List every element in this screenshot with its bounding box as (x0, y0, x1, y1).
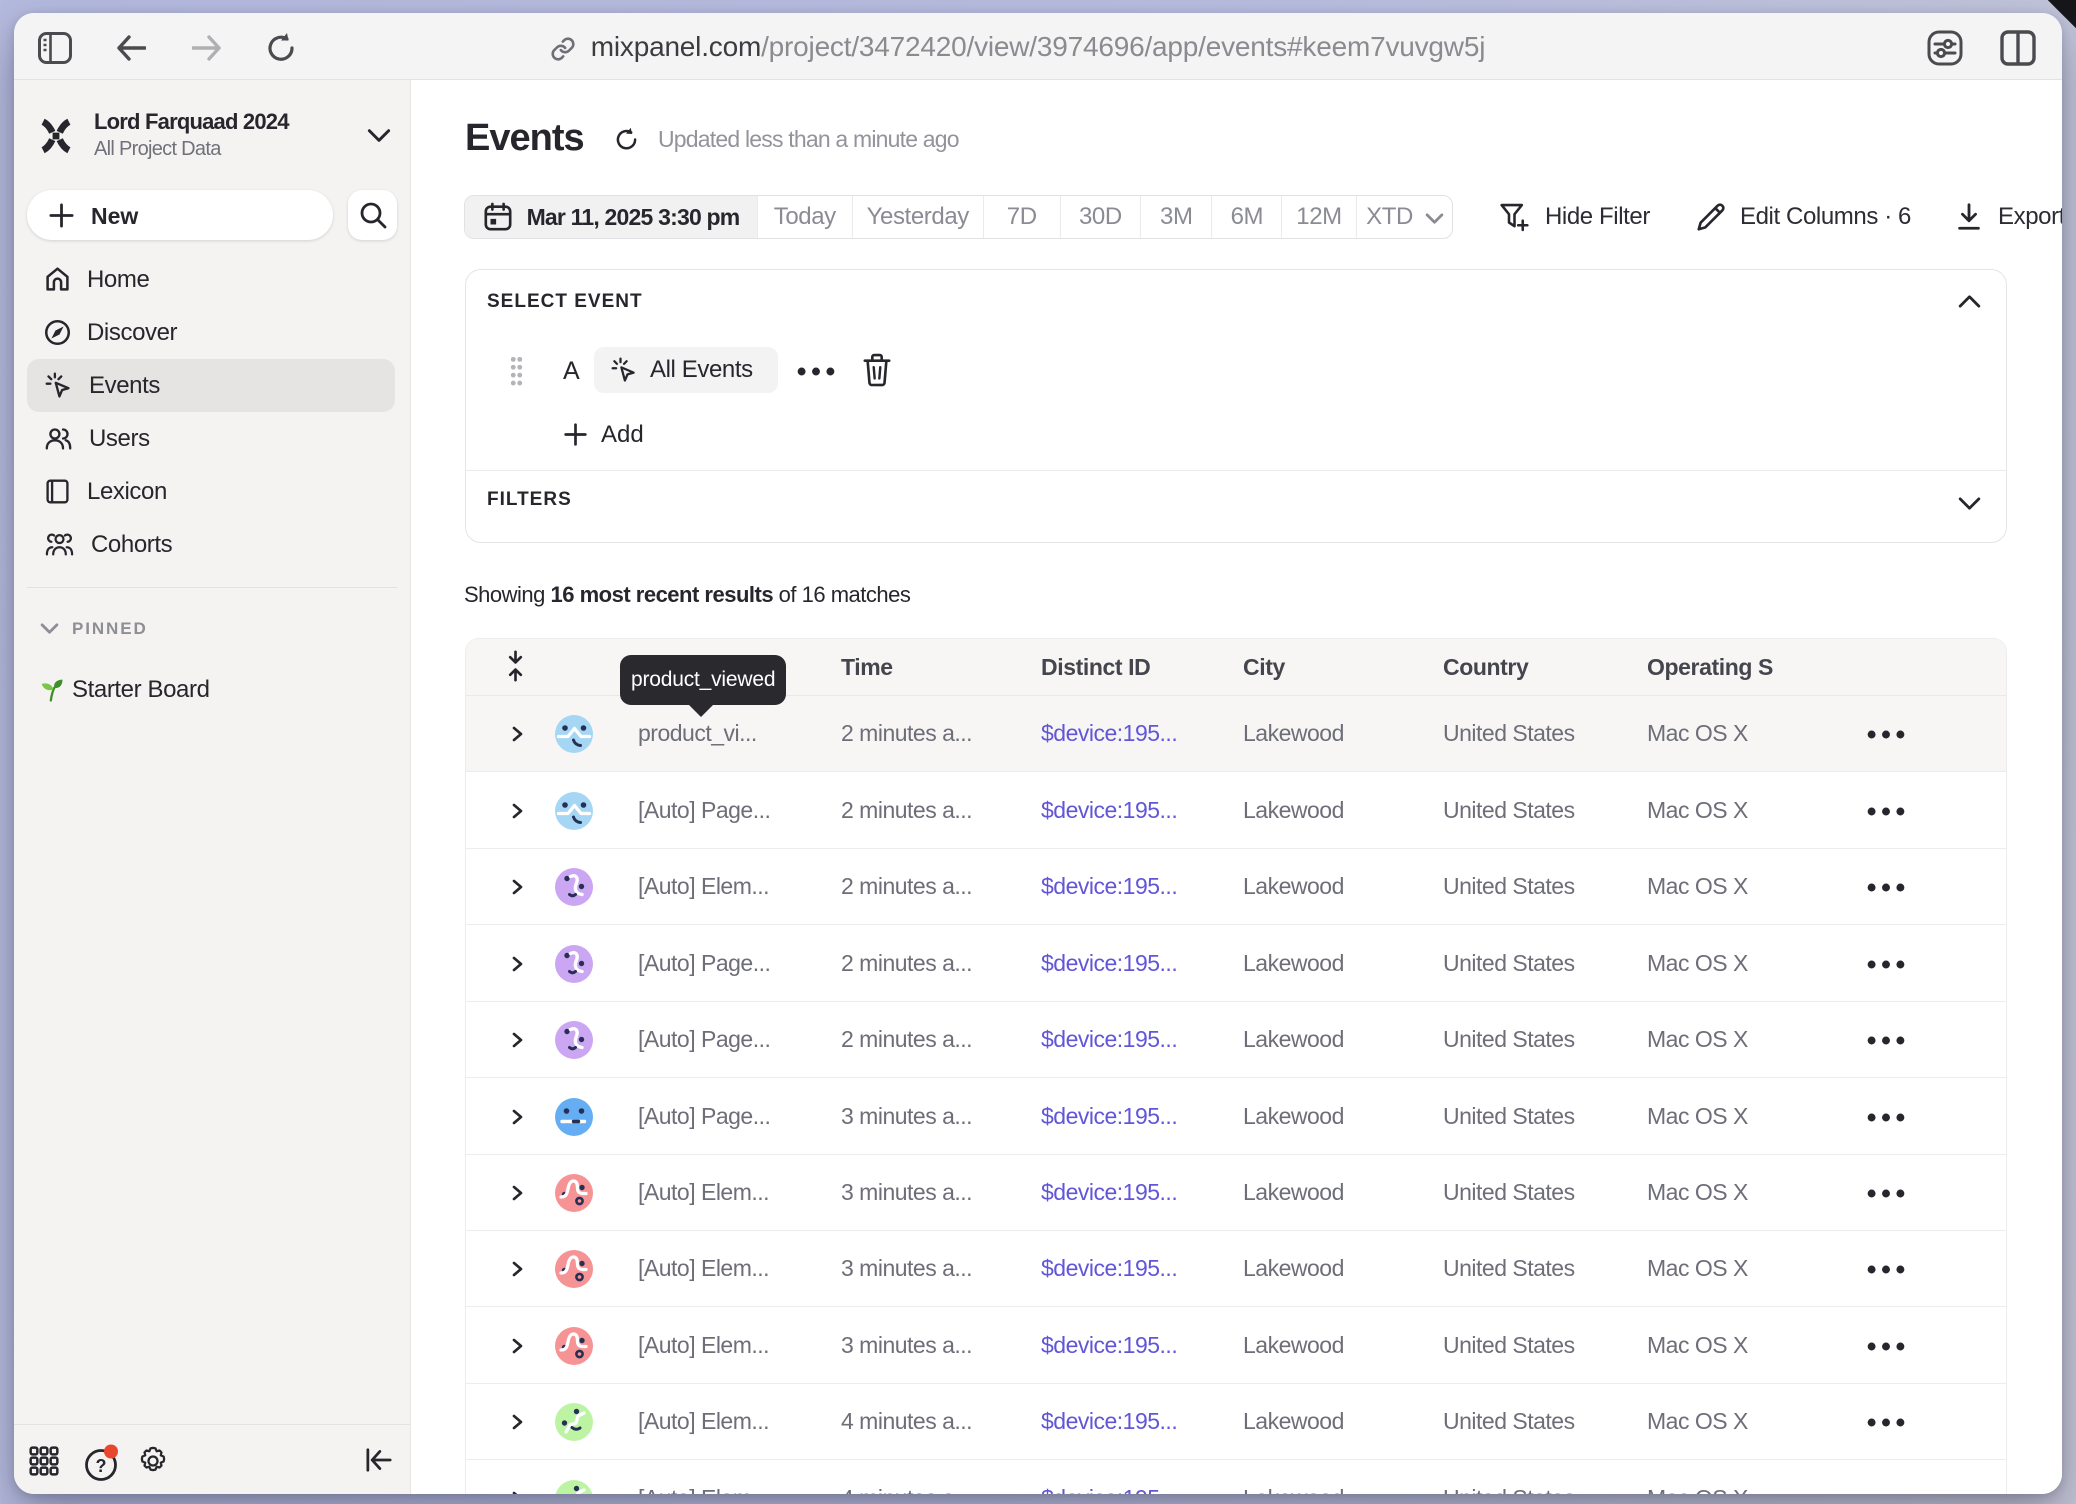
svg-text:?: ? (96, 1456, 107, 1476)
